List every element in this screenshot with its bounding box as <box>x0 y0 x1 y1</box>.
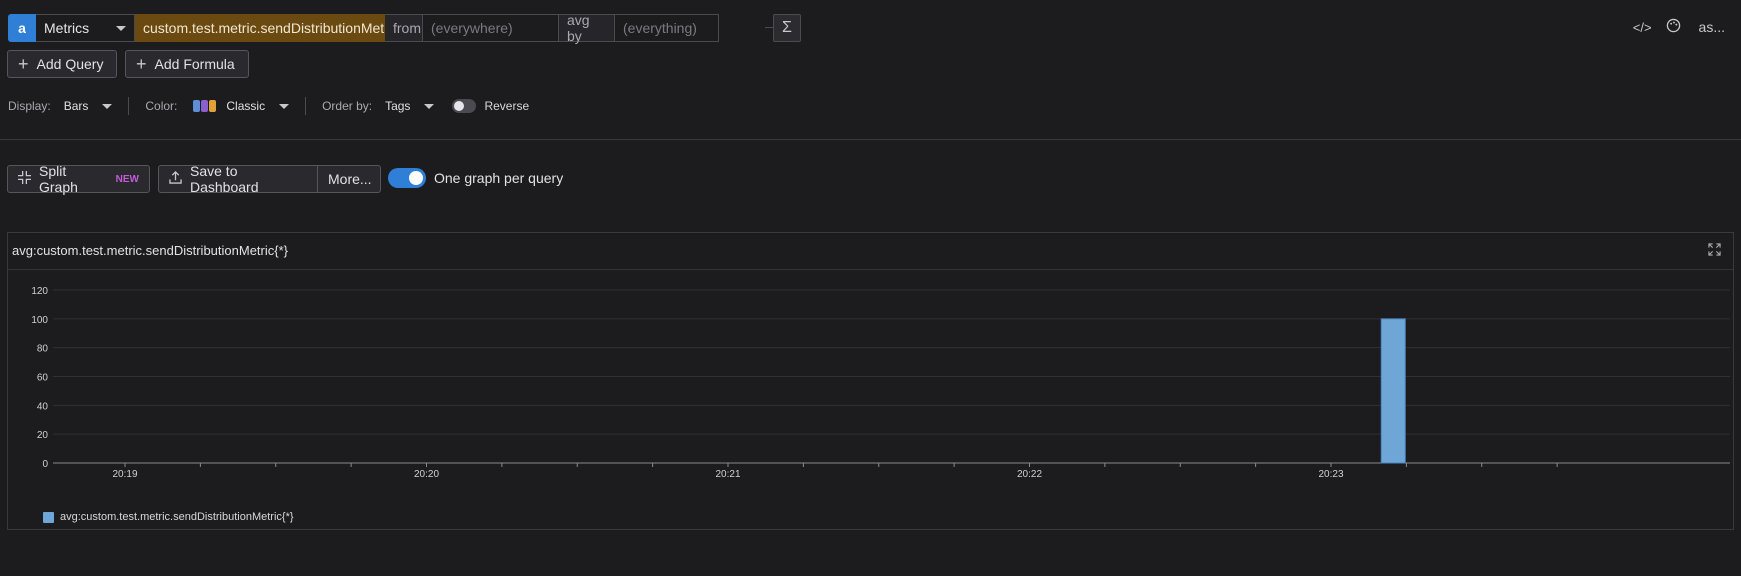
panel-header-divider <box>8 269 1733 270</box>
query-letter-badge[interactable]: a <box>8 14 36 42</box>
palette-icon[interactable] <box>1666 18 1681 36</box>
display-options-row: Display: Bars Color: Classic Order by: T… <box>8 97 529 115</box>
order-by-select[interactable]: Tags <box>385 99 410 113</box>
data-bar <box>1380 318 1406 464</box>
more-label: More... <box>328 171 372 187</box>
from-input[interactable]: (everywhere) <box>423 14 559 42</box>
color-select[interactable]: Classic <box>226 99 265 113</box>
avg-by-label: avg by <box>559 12 615 44</box>
chart-legend: avg:custom.test.metric.sendDistributionM… <box>43 511 294 523</box>
add-formula-label: Add Formula <box>154 56 235 72</box>
add-query-button[interactable]: + Add Query <box>7 50 117 78</box>
y-tick-label: 0 <box>42 459 48 470</box>
y-tick-label: 100 <box>31 315 48 326</box>
one-graph-per-query-label: One graph per query <box>434 170 564 186</box>
add-formula-button[interactable]: + Add Formula <box>125 50 249 78</box>
display-select[interactable]: Bars <box>64 99 89 113</box>
split-graph-label: Split Graph <box>39 163 78 195</box>
reverse-toggle[interactable] <box>452 99 477 113</box>
chevron-down-icon <box>116 25 126 31</box>
metric-name: custom.test.metric.sendDistributionMetri… <box>143 20 399 36</box>
one-graph-per-query-toggle[interactable] <box>388 168 426 188</box>
chevron-down-icon[interactable] <box>424 103 435 109</box>
divider <box>305 97 307 115</box>
sigma-icon[interactable]: Σ <box>773 14 801 42</box>
top-right-tools: </> as... <box>1633 18 1725 36</box>
y-tick-label: 40 <box>37 401 49 412</box>
add-query-label: Add Query <box>36 56 104 72</box>
plus-icon: + <box>136 54 147 74</box>
source-select-label: Metrics <box>44 20 90 36</box>
palette-swatch-icon <box>193 100 217 112</box>
x-tick-label: 20:20 <box>414 469 439 480</box>
bar-chart: 0 20 40 60 80 100 120 20:19 20:20 20:21 20:22 20:23 <box>31 286 1730 480</box>
save-to-dashboard-label: Save to Dashboard <box>190 163 259 195</box>
more-text[interactable]: as... <box>1699 19 1725 35</box>
x-tick-label: 20:22 <box>1017 469 1042 480</box>
legend-label[interactable]: avg:custom.test.metric.sendDistributionM… <box>60 511 294 523</box>
from-label: from <box>385 14 423 42</box>
legend-swatch <box>43 511 54 523</box>
connector-line <box>765 27 773 28</box>
section-divider <box>0 139 1741 140</box>
x-tick-label: 20:23 <box>1318 469 1343 480</box>
chevron-down-icon[interactable] <box>279 103 290 109</box>
y-tick-label: 120 <box>31 286 48 297</box>
plus-icon: + <box>18 54 29 74</box>
expand-icon[interactable] <box>1708 243 1721 259</box>
graph-title: avg:custom.test.metric.sendDistributionM… <box>12 243 288 258</box>
divider <box>128 97 130 115</box>
x-tick-label: 20:19 <box>112 469 137 480</box>
reverse-label: Reverse <box>484 99 530 113</box>
upload-icon <box>169 171 182 187</box>
color-label: Color: <box>145 99 178 113</box>
source-select[interactable]: Metrics <box>36 14 135 42</box>
save-to-dashboard-button[interactable]: Save to Dashboard <box>158 163 318 195</box>
chevron-down-icon[interactable] <box>102 103 113 109</box>
y-tick-label: 60 <box>37 373 49 384</box>
avg-by-input[interactable]: (everything) <box>615 14 719 42</box>
split-graph-icon <box>18 171 31 187</box>
code-icon[interactable]: </> <box>1633 20 1652 35</box>
graph-panel: avg:custom.test.metric.sendDistributionM… <box>7 232 1734 530</box>
metric-input[interactable]: custom.test.metric.sendDistributionMetri… <box>135 14 399 42</box>
query-row: a Metrics custom.test.metric.sendDistrib… <box>8 12 719 44</box>
more-button[interactable]: More... <box>317 165 381 193</box>
y-tick-label: 20 <box>37 430 49 441</box>
display-label: Display: <box>8 99 51 113</box>
order-by-label: Order by: <box>322 99 373 113</box>
y-tick-label: 80 <box>37 344 49 355</box>
new-badge: NEW <box>115 173 139 185</box>
x-tick-label: 20:21 <box>715 469 740 480</box>
split-graph-button[interactable]: Split Graph NEW <box>7 163 150 195</box>
